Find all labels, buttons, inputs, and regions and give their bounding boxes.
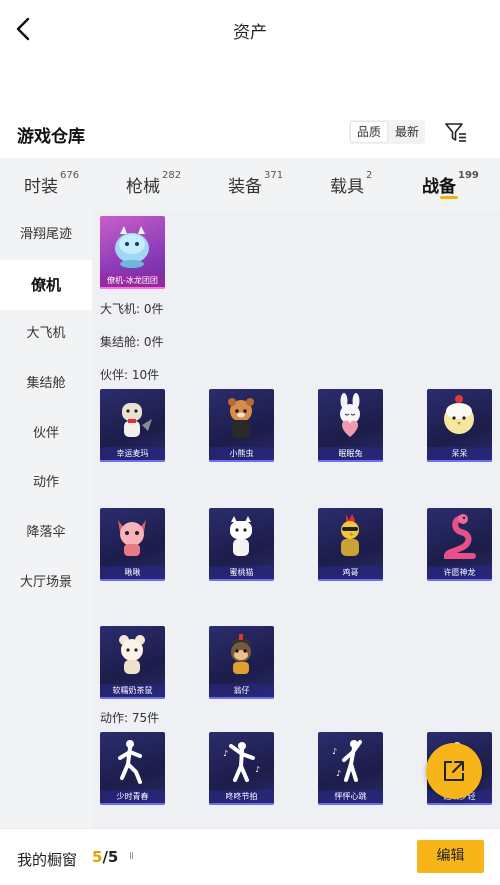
showcase-bar: 我的橱窗 5/5 Ⅱ 编辑 xyxy=(0,828,500,885)
item-card[interactable]: 啾啾 xyxy=(100,508,165,581)
page-title: 资产 xyxy=(233,23,267,43)
partner-red-panda-icon xyxy=(228,398,254,438)
dancing-figure-icon: ♪♪ xyxy=(332,740,362,782)
partner-lucky-icon xyxy=(122,403,152,437)
sidebar-item-big-plane[interactable]: 大飞机 xyxy=(0,309,92,359)
showcase-count: 5/5 xyxy=(92,848,119,866)
sidebar: 滑翔尾迹 僚机 大飞机 集结舱 伙伴 动作 降落伞 大厅场景 xyxy=(0,210,92,828)
share-external-icon xyxy=(444,761,464,781)
item-card[interactable]: ♪ ♪ 怦怦心跳 xyxy=(318,732,383,805)
item-name: 少时青春 xyxy=(100,790,165,803)
big-plane-count: 大飞机: 0件 xyxy=(100,302,164,316)
sidebar-item-actions[interactable]: 动作 xyxy=(0,458,92,508)
item-card[interactable]: 许愿神龙 xyxy=(427,508,492,581)
partner-chick-icon xyxy=(444,395,474,434)
item-card[interactable]: 蜜桃猫 xyxy=(209,508,274,581)
tab-vehicles[interactable]: 载具2 xyxy=(330,170,372,197)
item-card[interactable]: 小熊虫 xyxy=(209,389,274,462)
capsule-count: 集结舱: 0件 xyxy=(100,335,164,349)
sidebar-item-wingman[interactable]: 僚机 xyxy=(0,260,92,310)
actions-count: 动作: 75件 xyxy=(100,711,160,725)
sidebar-item-parachute[interactable]: 降落伞 xyxy=(0,508,92,558)
edit-button[interactable]: 编辑 xyxy=(417,840,484,873)
item-name: 啾啾 xyxy=(100,566,165,579)
item-name: 蜜桃猫 xyxy=(209,566,274,579)
sidebar-item-capsule[interactable]: 集结舱 xyxy=(0,359,92,409)
item-name: 僚机-冰龙团团 xyxy=(100,274,165,287)
filter-icon[interactable] xyxy=(444,120,468,144)
item-card[interactable]: 呆呆 xyxy=(427,389,492,462)
warehouse-header: 游戏仓库 品质 最新 xyxy=(0,118,500,152)
sort-toggle: 品质 最新 xyxy=(349,120,426,144)
item-name: 小熊虫 xyxy=(209,447,274,460)
item-name: 呆呆 xyxy=(427,447,492,460)
item-name: 咚咚节拍 xyxy=(209,790,274,803)
dancing-figure-icon xyxy=(118,740,142,784)
sort-quality-button[interactable]: 品质 xyxy=(350,121,389,143)
item-name: 鸡哥 xyxy=(318,566,383,579)
item-grid-area: 僚机-冰龙团团 大飞机: 0件 集结舱: 0件 伙伴: 10件 幸运麦玛 小熊虫 xyxy=(92,210,500,828)
tab-equipment[interactable]: 装备371 xyxy=(228,170,283,197)
partner-sleepy-bunny-icon xyxy=(340,393,360,437)
partner-milk-tea-mouse-icon xyxy=(119,635,145,674)
item-name: 眠眠兔 xyxy=(318,447,383,460)
partner-peach-cat-icon xyxy=(230,516,252,556)
active-tab-indicator xyxy=(440,196,458,199)
svg-text:♪: ♪ xyxy=(336,769,341,778)
tab-guns[interactable]: 枪械282 xyxy=(126,170,181,197)
showcase-label: 我的橱窗 xyxy=(17,851,78,869)
item-name: 软糯奶茶鼠 xyxy=(100,684,165,697)
category-tabs: 时装676 枪械282 装备371 载具2 战备199 xyxy=(0,158,500,210)
item-card[interactable]: 僚机-冰龙团团 xyxy=(100,216,165,289)
item-card[interactable]: 鸡哥 xyxy=(318,508,383,581)
sidebar-item-partner[interactable]: 伙伴 xyxy=(0,409,92,459)
tab-battle-gear[interactable]: 战备199 xyxy=(422,170,479,197)
partner-jiujiu-icon xyxy=(118,520,146,556)
item-name: 翁仔 xyxy=(209,684,274,697)
sidebar-item-lobby-scene[interactable]: 大厅场景 xyxy=(0,558,92,608)
share-button[interactable] xyxy=(426,743,482,799)
item-name: 怦怦心跳 xyxy=(318,790,383,803)
tab-fashion[interactable]: 时装676 xyxy=(24,170,79,197)
item-card[interactable]: 眠眠兔 xyxy=(318,389,383,462)
top-bar: 资产 xyxy=(0,0,500,58)
partner-chicken-bro-icon xyxy=(341,514,359,556)
item-name: 幸运麦玛 xyxy=(100,447,165,460)
sort-newest-button[interactable]: 最新 xyxy=(389,120,425,144)
item-name: 许愿神龙 xyxy=(427,566,492,579)
svg-text:♪: ♪ xyxy=(255,765,260,774)
item-card[interactable]: ♪ ♪ 咚咚节拍 xyxy=(209,732,274,805)
item-card[interactable]: 少时青春 xyxy=(100,732,165,805)
warehouse-title: 游戏仓库 xyxy=(17,127,85,147)
item-card[interactable]: 翁仔 xyxy=(209,626,274,699)
dancing-figure-icon: ♪♪ xyxy=(223,742,260,782)
partner-wengzai-icon xyxy=(229,634,253,674)
ice-dragon-icon xyxy=(115,226,149,268)
svg-text:♪: ♪ xyxy=(332,747,337,756)
showcase-lock-icon: Ⅱ xyxy=(129,851,134,862)
svg-text:♪: ♪ xyxy=(223,749,228,758)
sidebar-item-glide-trail[interactable]: 滑翔尾迹 xyxy=(0,210,92,260)
partner-wish-dragon-icon xyxy=(443,514,476,559)
item-card[interactable]: 幸运麦玛 xyxy=(100,389,165,462)
partners-count: 伙伴: 10件 xyxy=(100,368,160,382)
item-card[interactable]: 软糯奶茶鼠 xyxy=(100,626,165,699)
